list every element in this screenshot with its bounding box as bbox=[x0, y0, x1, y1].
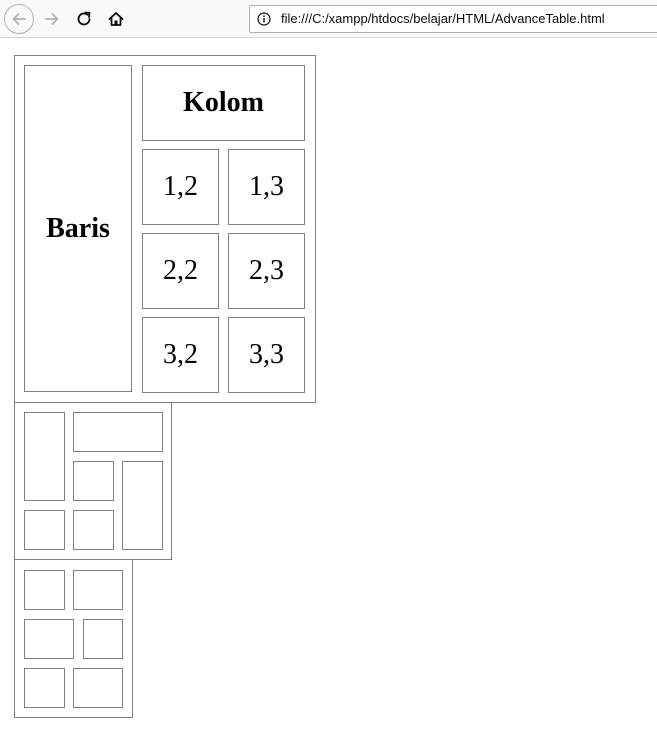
table-cell: 2,3 bbox=[228, 233, 305, 309]
cell-text: 1,3 bbox=[249, 171, 284, 202]
table-cell: 3,2 bbox=[142, 317, 219, 393]
cell-text: 3,2 bbox=[163, 339, 198, 370]
table-cell: 2,2 bbox=[142, 233, 219, 309]
table-cell bbox=[73, 412, 163, 452]
table-cell bbox=[83, 619, 123, 659]
table-cell bbox=[73, 668, 123, 708]
table-cell bbox=[73, 510, 114, 550]
reload-icon bbox=[77, 11, 91, 26]
table-cell bbox=[24, 510, 65, 550]
table-cell bbox=[24, 570, 65, 610]
home-icon bbox=[108, 12, 124, 26]
col-header-text: Kolom bbox=[183, 87, 264, 118]
table-cell: 1,3 bbox=[228, 149, 305, 225]
row-header-text: Baris bbox=[46, 212, 110, 244]
reload-button[interactable] bbox=[69, 4, 99, 34]
forward-button[interactable] bbox=[37, 4, 67, 34]
cell-text: 2,3 bbox=[249, 255, 284, 286]
info-icon[interactable] bbox=[257, 12, 271, 26]
table-3 bbox=[14, 559, 133, 718]
cell-text: 1,2 bbox=[163, 171, 198, 202]
row-header-cell: Baris bbox=[24, 65, 132, 392]
back-button[interactable] bbox=[4, 4, 34, 34]
cell-text: 3,3 bbox=[249, 339, 284, 370]
forward-arrow-icon bbox=[45, 13, 59, 25]
table-cell bbox=[73, 461, 114, 501]
table-cell: 1,2 bbox=[142, 149, 219, 225]
table-cell bbox=[24, 412, 65, 501]
table-cell bbox=[24, 668, 65, 708]
url-text[interactable]: file:///C:/xampp/htdocs/belajar/HTML/Adv… bbox=[281, 11, 605, 26]
back-arrow-icon bbox=[12, 13, 26, 25]
table-cell bbox=[24, 619, 74, 659]
address-bar[interactable]: file:///C:/xampp/htdocs/belajar/HTML/Adv… bbox=[249, 5, 657, 33]
table-cell bbox=[122, 461, 163, 550]
cell-text: 2,2 bbox=[163, 255, 198, 286]
table-2 bbox=[14, 402, 172, 560]
browser-toolbar: file:///C:/xampp/htdocs/belajar/HTML/Adv… bbox=[0, 0, 657, 38]
table-cell: 3,3 bbox=[228, 317, 305, 393]
table-1: Baris Kolom 1,2 1,3 2,2 2,3 3,2 3,3 bbox=[14, 55, 316, 403]
home-button[interactable] bbox=[101, 4, 131, 34]
col-header-cell: Kolom bbox=[142, 65, 305, 141]
table-cell bbox=[73, 570, 123, 610]
